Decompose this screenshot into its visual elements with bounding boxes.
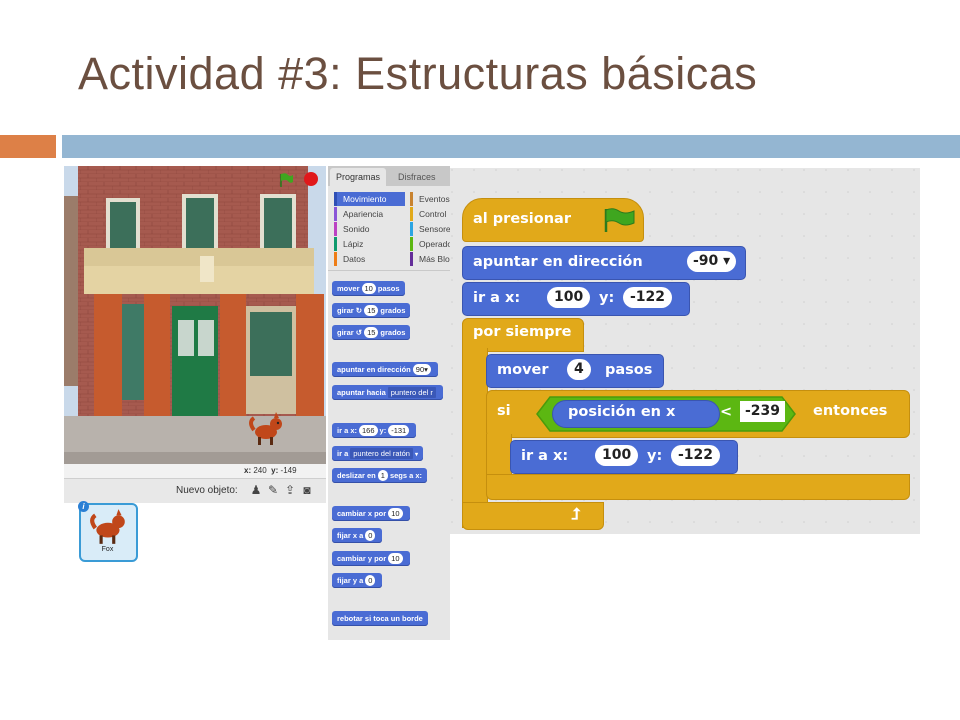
block-mover[interactable]: mover 10 pasos [332, 281, 405, 296]
category-mas-bloques[interactable]: Más Bloques [410, 252, 450, 266]
block-fijar-y[interactable]: fijar y a0 [332, 573, 383, 588]
compare-value-input[interactable]: -239 [740, 401, 786, 422]
when-flag-clicked-block[interactable]: al presionar [462, 198, 644, 242]
stage-backdrop [64, 166, 326, 464]
category-sonido[interactable]: Sonido [334, 222, 369, 236]
sprite-thumbnail[interactable] [79, 503, 138, 562]
goto-xy-block-inner[interactable]: ir a x: 100 y: -122 [510, 440, 738, 474]
block-cambiar-y[interactable]: cambiar y por 10 [332, 551, 410, 566]
info-icon[interactable]: i [78, 501, 89, 512]
forever-arm [462, 348, 488, 528]
category-apariencia[interactable]: Apariencia [334, 207, 383, 221]
stage[interactable] [64, 166, 326, 464]
paint-sprite-icon[interactable]: ✎ [266, 483, 280, 497]
green-flag-icon[interactable] [278, 172, 294, 188]
upload-sprite-icon[interactable]: ⇪ [283, 483, 297, 497]
category-sensores[interactable]: Sensores [410, 222, 450, 236]
slide-title: Actividad #3: Estructuras básicas [78, 48, 758, 99]
move-steps-block[interactable]: mover 4 pasos [486, 354, 664, 388]
block-ir-a-xy[interactable]: ir a x: 166 y: -131 [332, 423, 417, 438]
palette-tabs: Programas Disfraces [328, 166, 450, 186]
fox-sprite-icon[interactable] [248, 412, 286, 446]
point-direction-block[interactable]: apuntar en dirección -90 ▾ [462, 246, 746, 280]
sprite-name: Fox [101, 546, 114, 553]
category-eventos[interactable]: Eventos [410, 192, 450, 206]
y-input-inner[interactable]: -122 [671, 445, 721, 466]
script-area[interactable]: por siempre ⮥ si entonces al presionar a… [450, 168, 920, 534]
tab-disfraces[interactable]: Disfraces [392, 168, 442, 186]
stop-icon[interactable] [303, 171, 319, 187]
block-rebotar[interactable]: rebotar si toca un borde [332, 611, 428, 626]
choose-sprite-icon[interactable]: ♟ [249, 483, 263, 497]
block-cambiar-x[interactable]: cambiar x por 10 [332, 506, 410, 521]
forever-block[interactable]: por siempre [462, 318, 584, 352]
forever-foot: ⮥ [462, 502, 604, 530]
category-control[interactable]: Control [410, 207, 446, 221]
category-datos[interactable]: Datos [334, 252, 365, 266]
block-girar-izquierda[interactable]: girar ↺ 15 grados [332, 325, 411, 340]
block-ir-a[interactable]: ir a puntero del ratón ▾ [332, 446, 423, 461]
camera-icon[interactable]: ◙ [300, 483, 314, 497]
block-deslizar[interactable]: deslizar en 1 segs a x: [332, 468, 428, 483]
x-input-inner[interactable]: 100 [595, 445, 639, 466]
goto-xy-block[interactable]: ir a x: 100 y: -122 [462, 282, 690, 316]
category-movimiento[interactable]: Movimiento [334, 192, 405, 206]
block-palette: Programas Disfraces Movimiento Aparienci… [328, 166, 450, 640]
fox-icon [90, 509, 125, 544]
tab-programas[interactable]: Programas [330, 168, 387, 186]
if-foot [486, 474, 910, 500]
block-apuntar-hacia[interactable]: apuntar hacia puntero del r [332, 385, 443, 400]
x-input[interactable]: 100 [547, 287, 591, 308]
category-lapiz[interactable]: Lápiz [334, 237, 363, 251]
direction-input[interactable]: -90 ▾ [687, 251, 737, 272]
new-object-label: Nuevo objeto: [176, 485, 238, 496]
accent-bar-left [0, 135, 56, 158]
loop-arrow-icon: ⮥ [571, 504, 581, 523]
block-girar-derecha[interactable]: girar ↻ 15 grados [332, 303, 411, 318]
steps-input[interactable]: 4 [567, 359, 591, 380]
mouse-coords: x: 240 y: -149 [244, 466, 297, 475]
block-fijar-x[interactable]: fijar x a0 [332, 528, 383, 543]
accent-bar-right [62, 135, 960, 158]
green-flag-icon [604, 208, 635, 232]
category-operadores[interactable]: Operadores [410, 237, 450, 251]
block-apuntar-direccion[interactable]: apuntar en dirección 90▾ [332, 362, 438, 377]
y-input[interactable]: -122 [623, 287, 673, 308]
palette-divider [328, 270, 450, 271]
